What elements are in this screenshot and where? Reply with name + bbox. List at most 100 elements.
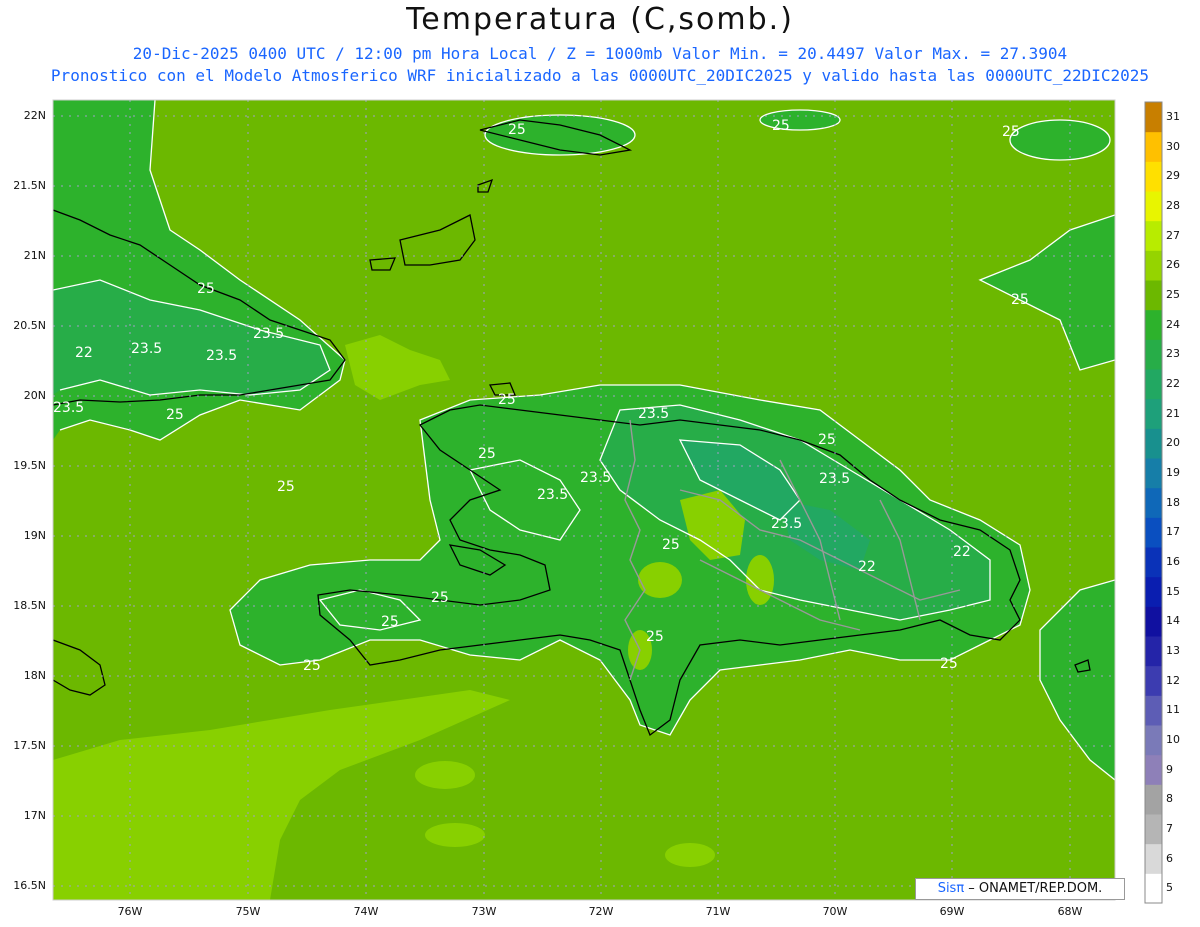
- contour-label: 22: [75, 345, 93, 361]
- lat-label: 19.5N: [13, 459, 46, 472]
- colorbar-level-label: 19: [1166, 465, 1180, 479]
- lon-label: 70W: [822, 905, 848, 918]
- colorbar-swatch: [1145, 220, 1162, 251]
- contour-label: 23.5: [131, 341, 162, 357]
- contour-label: 22: [858, 559, 876, 575]
- colorbar-level-label: 18: [1166, 495, 1180, 509]
- contour-label: 25: [772, 118, 790, 134]
- colorbar-swatch: [1145, 576, 1162, 607]
- lon-label: 76W: [117, 905, 143, 918]
- contour-label: 23.5: [580, 470, 611, 486]
- colorbar-swatch: [1145, 102, 1162, 133]
- colorbar-swatch: [1145, 428, 1162, 459]
- colorbar-swatch: [1145, 280, 1162, 311]
- colorbar-swatch: [1145, 547, 1162, 578]
- contour-label: 23.5: [638, 406, 669, 422]
- map-plot-area: 25 25 25 25 25 25 25 25 25 25 25 25 25 2…: [53, 100, 1115, 900]
- contour-label: 25: [303, 658, 321, 674]
- contour-label: 23.5: [53, 400, 84, 416]
- colorbar-swatch: [1145, 754, 1162, 785]
- colorbar-swatch: [1145, 191, 1162, 222]
- colorbar-swatch: [1145, 814, 1162, 845]
- colorbar-level-label: 27: [1166, 228, 1180, 242]
- colorbar-level-label: 28: [1166, 198, 1180, 212]
- colorbar-level-label: 16: [1166, 554, 1180, 568]
- lat-label: 18N: [23, 669, 46, 682]
- contour-label: 25: [431, 590, 449, 606]
- contour-label: 25: [277, 479, 295, 495]
- contour-label: 25: [646, 629, 664, 645]
- colorbar-level-label: 10: [1166, 732, 1180, 746]
- colorbar-swatch: [1145, 636, 1162, 667]
- lat-label: 22N: [23, 109, 46, 122]
- colorbar-swatch: [1145, 695, 1162, 726]
- colorbar-swatch: [1145, 161, 1162, 192]
- colorbar-level-label: 24: [1166, 317, 1180, 331]
- colorbar-swatch: [1145, 784, 1162, 815]
- lat-label: 19N: [23, 529, 46, 542]
- contour-label: 25: [478, 446, 496, 462]
- lat-label: 17N: [23, 809, 46, 822]
- colorbar-swatch: [1145, 309, 1162, 340]
- contour-label: 25: [818, 432, 836, 448]
- contour-label: 25: [662, 537, 680, 553]
- colorbar-level-label: 17: [1166, 525, 1180, 539]
- colorbar-swatch: [1145, 398, 1162, 429]
- colorbar-swatch: [1145, 606, 1162, 637]
- colorbar-level-label: 6: [1166, 851, 1173, 865]
- colorbar-level-label: 13: [1166, 643, 1180, 657]
- colorbar-level-label: 12: [1166, 673, 1180, 687]
- colorbar-level-label: 21: [1166, 406, 1180, 420]
- colorbar-swatch: [1145, 517, 1162, 548]
- contour-label: 23.5: [819, 471, 850, 487]
- credit-text: – ONAMET/REP.DOM.: [964, 881, 1103, 896]
- lat-label: 17.5N: [13, 739, 46, 752]
- temperature-map: 25 25 25 25 25 25 25 25 25 25 25 25 25 2…: [52, 99, 1163, 904]
- colorbar-level-label: 11: [1166, 703, 1180, 717]
- credit-box: Sisπ – ONAMET/REP.DOM.: [915, 878, 1125, 900]
- lat-label: 16.5N: [13, 879, 46, 892]
- contour-label: 25: [166, 407, 184, 423]
- contour-label: 25: [498, 392, 516, 408]
- colorbar-swatch: [1145, 131, 1162, 162]
- colorbar-level-label: 29: [1166, 169, 1180, 183]
- contour-label: 23.5: [537, 487, 568, 503]
- lat-label: 21.5N: [13, 179, 46, 192]
- colorbar-swatch: [1145, 458, 1162, 489]
- colorbar-level-label: 26: [1166, 258, 1180, 272]
- contour-label: 25: [1002, 124, 1020, 140]
- lon-label: 73W: [471, 905, 497, 918]
- colorbar-level-label: 15: [1166, 584, 1180, 598]
- colorbar-level-label: 9: [1166, 762, 1173, 776]
- lat-label: 20.5N: [13, 319, 46, 332]
- lat-label: 20N: [23, 389, 46, 402]
- colorbar-level-label: 31: [1166, 109, 1180, 123]
- contour-label: 23.5: [771, 516, 802, 532]
- colorbar-level-label: 30: [1166, 139, 1180, 153]
- contour-label: 25: [940, 656, 958, 672]
- contour-label: 22: [953, 544, 971, 560]
- colorbar-swatch: [1145, 843, 1162, 874]
- lon-label: 68W: [1057, 905, 1083, 918]
- colorbar-level-label: 23: [1166, 347, 1180, 361]
- contour-label: 25: [508, 122, 526, 138]
- lon-label: 72W: [588, 905, 614, 918]
- colorbar-level-label: 7: [1166, 821, 1173, 835]
- lon-label: 75W: [235, 905, 261, 918]
- contour-label: 25: [197, 281, 215, 297]
- field-warm-region: [425, 823, 485, 847]
- contour-label: 23.5: [206, 348, 237, 364]
- colorbar-level-label: 22: [1166, 376, 1180, 390]
- colorbar-swatch: [1145, 725, 1162, 756]
- field-warm-region: [415, 761, 475, 789]
- colorbar-level-label: 5: [1166, 881, 1173, 895]
- colorbar-swatch: [1145, 369, 1162, 400]
- field-warm-region: [665, 843, 715, 867]
- lon-label: 74W: [353, 905, 379, 918]
- colorbar-level-label: 8: [1166, 792, 1173, 806]
- colorbar-swatch: [1145, 250, 1162, 281]
- colorbar-swatch: [1145, 339, 1162, 370]
- lon-label: 69W: [939, 905, 965, 918]
- colorbar-swatch: [1145, 665, 1162, 696]
- contour-label: 25: [1011, 292, 1029, 308]
